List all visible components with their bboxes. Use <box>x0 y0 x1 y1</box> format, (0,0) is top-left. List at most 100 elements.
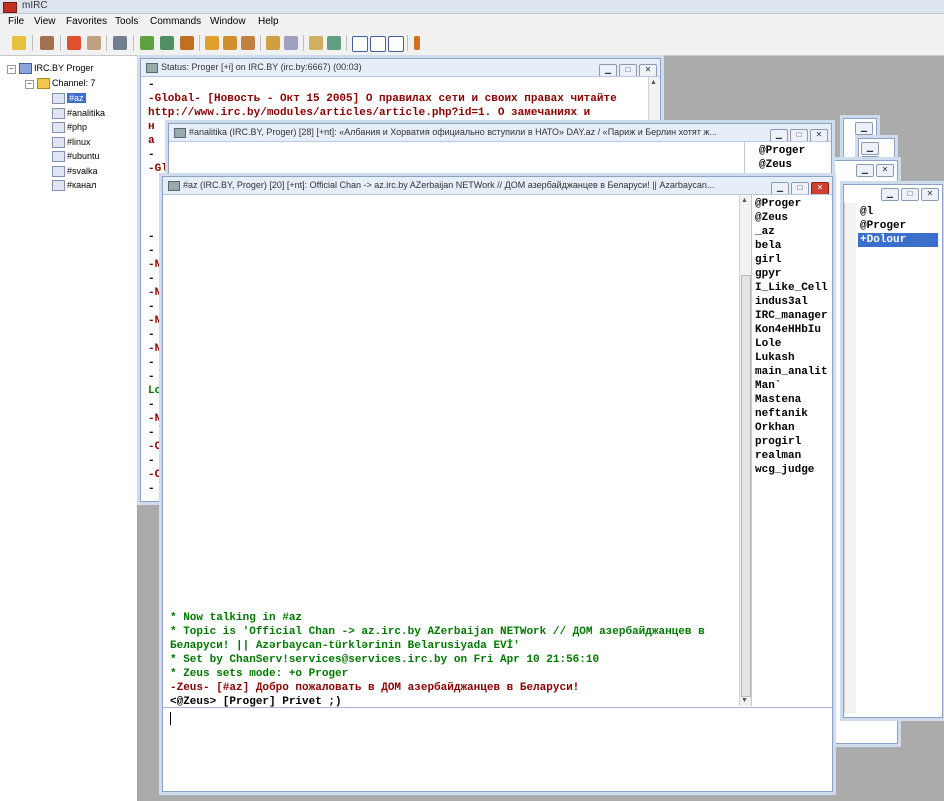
colors-icon[interactable] <box>327 36 341 50</box>
nick-item[interactable]: girl <box>755 253 781 267</box>
maximize-button[interactable]: □ <box>791 182 809 194</box>
nick-item[interactable]: Mastena <box>755 393 801 407</box>
nick-item[interactable]: Kon4eHHbIu <box>755 323 821 337</box>
menu-tools[interactable]: Tools <box>115 16 138 27</box>
tree-channel-php[interactable]: #php <box>52 120 87 134</box>
nick-item[interactable]: @Proger <box>755 197 801 211</box>
background-channel-window[interactable]: ▁ □ ✕ @l @Proger +Dolour <box>843 184 943 718</box>
nick-item[interactable]: Man` <box>755 379 781 393</box>
dcc-send-icon[interactable] <box>205 36 219 50</box>
minimize-button[interactable]: ▁ <box>861 142 879 155</box>
tree-channel-ubuntu[interactable]: #ubuntu <box>52 149 100 163</box>
close-button[interactable]: ✕ <box>639 64 657 76</box>
tree-server[interactable]: IRC.BY Proger <box>19 61 93 75</box>
notify-icon[interactable] <box>113 36 127 50</box>
chat-scroll-thumb[interactable] <box>741 275 751 697</box>
minimize-button[interactable]: ▁ <box>856 164 874 177</box>
nick-item[interactable]: gpyr <box>755 267 781 281</box>
background-scrollbar[interactable] <box>844 203 856 713</box>
channel-window-icon <box>174 127 186 138</box>
nick-item[interactable]: IRC_manager <box>755 309 828 323</box>
scroll-up-icon[interactable]: ▲ <box>741 197 748 204</box>
chat-scrollbar[interactable]: ▲ ▼ <box>739 195 751 706</box>
tree-channel-az[interactable]: #az <box>52 91 86 105</box>
nick-item[interactable]: wcg_judge <box>755 463 814 477</box>
nick-item[interactable]: @Zeus <box>759 158 792 172</box>
tree-channel-analitika[interactable]: #analitika <box>52 106 105 120</box>
nick-item[interactable]: realman <box>755 449 801 463</box>
minimize-button[interactable]: ▁ <box>881 188 899 201</box>
popups-icon[interactable] <box>160 36 174 50</box>
tile-horizontal-icon[interactable] <box>352 36 368 52</box>
nick-item[interactable]: Orkhan <box>755 421 795 435</box>
nick-item[interactable]: main_analit <box>755 365 828 379</box>
nick-item[interactable]: @Proger <box>759 144 805 158</box>
nick-item[interactable]: Lole <box>755 337 781 351</box>
analitika-window-titlebar[interactable]: #analitika (IRC.BY, Proger) [28] [+nt]: … <box>169 124 831 142</box>
connect-icon[interactable] <box>12 36 26 50</box>
status-line: - <box>148 455 155 467</box>
nick-item[interactable]: @Zeus <box>755 211 788 225</box>
window-controls: ▁ □ ✕ <box>879 187 939 201</box>
tree-channel-folder[interactable]: Channel: 7 <box>37 76 96 90</box>
log-icon[interactable] <box>284 36 298 50</box>
status-line: - <box>148 273 155 285</box>
menu-view[interactable]: View <box>34 16 56 27</box>
chat-message: -Zeus- [#az] Добро пожаловать в ДОМ азер… <box>170 682 580 694</box>
maximize-button[interactable]: □ <box>790 129 808 141</box>
nick-item[interactable]: Lukash <box>755 351 795 365</box>
help-icon[interactable] <box>414 36 420 50</box>
close-button[interactable]: ✕ <box>810 129 828 141</box>
close-button[interactable]: ✕ <box>921 188 939 201</box>
address-book-icon[interactable] <box>87 36 101 50</box>
received-files-icon[interactable] <box>309 36 323 50</box>
nick-item[interactable]: @l <box>860 205 873 219</box>
nick-item[interactable]: @Proger <box>860 219 906 233</box>
nick-item[interactable]: bela <box>755 239 781 253</box>
nick-item[interactable]: indus3al <box>755 295 808 309</box>
options-icon[interactable] <box>40 36 54 50</box>
cascade-icon[interactable] <box>388 36 404 52</box>
tile-vertical-icon[interactable] <box>370 36 386 52</box>
nick-item-selected[interactable]: +Dolour <box>858 233 938 247</box>
close-button[interactable]: ✕ <box>811 182 829 194</box>
tree-collapse-icon[interactable]: − <box>7 65 16 74</box>
dcc-get-icon[interactable] <box>241 36 255 50</box>
nick-item[interactable]: I_Like_Cell <box>755 281 828 295</box>
maximize-button[interactable]: □ <box>619 64 637 76</box>
scroll-up-icon[interactable]: ▲ <box>650 79 657 86</box>
status-line: -N <box>148 315 162 327</box>
close-button[interactable]: ✕ <box>876 164 894 177</box>
tree-channel-kanal[interactable]: #канал <box>52 178 96 192</box>
tree-channel-linux[interactable]: #linux <box>52 135 91 149</box>
az-channel-window[interactable]: #az (IRC.BY, Proger) [20] [+nt]: Officia… <box>162 176 833 792</box>
nick-item[interactable]: progirl <box>755 435 801 449</box>
nick-item[interactable]: neftanik <box>755 407 808 421</box>
menu-window[interactable]: Window <box>210 16 246 27</box>
tree-collapse-icon[interactable]: − <box>25 80 34 89</box>
toolbar-separator <box>32 35 33 51</box>
status-window-titlebar[interactable]: Status: Proger [+i] on IRC.BY (irc.by:66… <box>141 59 660 77</box>
channels-icon[interactable] <box>67 36 81 50</box>
tree-channel-svalka[interactable]: #svalka <box>52 164 98 178</box>
menu-favorites[interactable]: Favorites <box>66 16 107 27</box>
maximize-button[interactable]: □ <box>901 188 919 201</box>
nick-item[interactable]: _az <box>755 225 775 239</box>
scripts-icon[interactable] <box>180 36 194 50</box>
minimize-button[interactable]: ▁ <box>770 129 788 141</box>
az-window-titlebar[interactable]: #az (IRC.BY, Proger) [20] [+nt]: Officia… <box>163 177 832 195</box>
chat-input[interactable] <box>163 708 832 730</box>
minimize-button[interactable]: ▁ <box>599 64 617 76</box>
status-line: - <box>148 79 155 91</box>
minimize-button[interactable]: ▁ <box>855 122 873 135</box>
dcc-chat-icon[interactable] <box>223 36 237 50</box>
status-line: -N <box>148 287 162 299</box>
minimize-button[interactable]: ▁ <box>771 182 789 194</box>
scroll-down-icon[interactable]: ▼ <box>741 697 748 704</box>
menu-help[interactable]: Help <box>258 16 279 27</box>
url-list-icon[interactable] <box>266 36 280 50</box>
menu-file[interactable]: File <box>8 16 24 27</box>
aliases-icon[interactable] <box>140 36 154 50</box>
menu-commands[interactable]: Commands <box>150 16 201 27</box>
nicklist-divider[interactable] <box>751 195 752 706</box>
